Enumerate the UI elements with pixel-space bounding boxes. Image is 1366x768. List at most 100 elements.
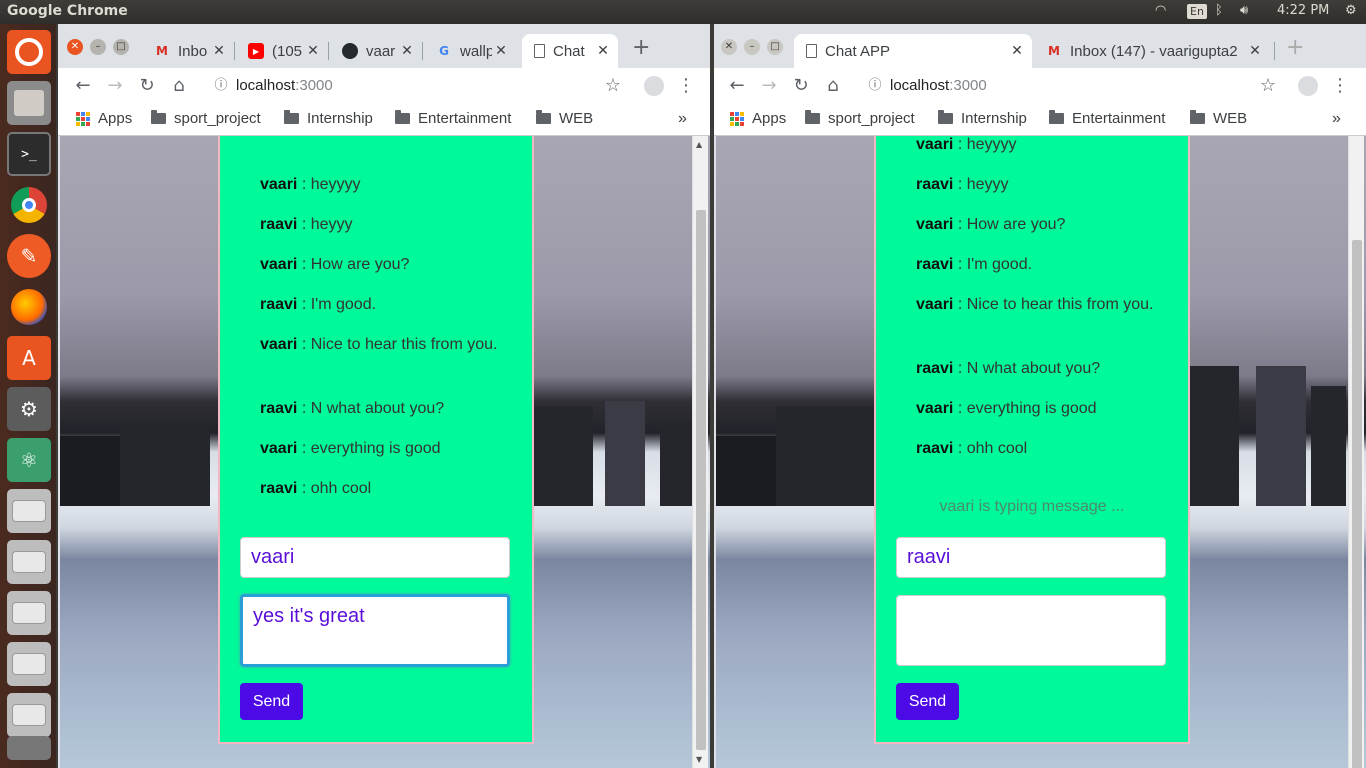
github-icon bbox=[342, 43, 358, 59]
drive-icon[interactable] bbox=[7, 540, 51, 584]
settings-icon[interactable]: ⚙ bbox=[7, 387, 51, 431]
chat-message: raavi : heyyy bbox=[260, 216, 353, 233]
bookmark-star-icon[interactable]: ☆ bbox=[601, 74, 625, 98]
bookmarks-overflow-button[interactable]: » bbox=[1332, 110, 1341, 128]
profile-avatar-icon[interactable] bbox=[1296, 74, 1320, 98]
folder-icon bbox=[284, 110, 299, 124]
address-bar[interactable]: localhost:3000 bbox=[890, 75, 987, 97]
message-textarea[interactable] bbox=[896, 595, 1166, 666]
tab-chat-active[interactable]: Chat ✕ bbox=[522, 34, 618, 68]
trash-icon[interactable] bbox=[7, 736, 51, 760]
atom-icon[interactable]: ⚛ bbox=[7, 438, 51, 482]
back-icon[interactable]: ← bbox=[725, 74, 749, 98]
minimize-window-icon[interactable]: – bbox=[90, 39, 106, 55]
menu-kebab-icon[interactable]: ⋮ bbox=[1328, 74, 1352, 98]
bluetooth-icon[interactable]: ᛒ bbox=[1215, 3, 1223, 18]
clock[interactable]: 4:22 PM bbox=[1277, 3, 1329, 18]
minimize-window-icon[interactable]: – bbox=[744, 39, 760, 55]
tab-close-icon[interactable]: ✕ bbox=[210, 43, 228, 59]
chat-panel: vaari : heyyyy raavi : heyyy vaari : How… bbox=[218, 136, 534, 744]
home-icon[interactable]: ⌂ bbox=[167, 74, 191, 98]
tab-gmail[interactable]: M Inbox (147) - vaarigupta2 ✕ bbox=[1034, 34, 1270, 68]
tab-close-icon[interactable]: ✕ bbox=[1246, 43, 1264, 59]
folder-icon bbox=[1190, 110, 1205, 124]
tab-gmail[interactable]: M Inbo ✕ bbox=[142, 34, 234, 68]
drive-icon[interactable] bbox=[7, 642, 51, 686]
tab-close-icon[interactable]: ✕ bbox=[304, 43, 322, 59]
page-viewport: vaari : heyyyy raavi : heyyy vaari : How… bbox=[60, 136, 710, 768]
new-tab-button[interactable]: + bbox=[1286, 37, 1304, 59]
address-bar[interactable]: localhost:3000 bbox=[236, 75, 333, 97]
youtube-icon: ▶ bbox=[248, 43, 264, 59]
reload-icon[interactable]: ↻ bbox=[789, 74, 813, 98]
profile-avatar-icon[interactable] bbox=[642, 74, 666, 98]
browser-toolbar: ← → ↻ ⌂ ⓘ localhost:3000 ☆ ⋮ bbox=[714, 68, 1366, 104]
chrome-icon[interactable] bbox=[7, 183, 51, 227]
bookmark-folder[interactable]: sport_project bbox=[805, 110, 915, 127]
bookmark-folder[interactable]: Internship bbox=[284, 110, 373, 127]
bookmark-folder[interactable]: Entertainment bbox=[395, 110, 511, 127]
menu-kebab-icon[interactable]: ⋮ bbox=[674, 74, 698, 98]
volume-icon[interactable]: 🔊︎ bbox=[1240, 3, 1248, 18]
tab-close-icon[interactable]: ✕ bbox=[1008, 43, 1026, 59]
tab-google[interactable]: G wallp ✕ bbox=[424, 34, 516, 68]
new-tab-button[interactable]: + bbox=[632, 37, 650, 59]
terminal-icon[interactable]: >_ bbox=[7, 132, 51, 176]
chat-panel: vaari : heyyyy raavi : heyyy vaari : How… bbox=[874, 136, 1190, 744]
close-window-icon[interactable]: ✕ bbox=[721, 39, 737, 55]
ubuntu-icon[interactable] bbox=[7, 30, 51, 74]
drive-icon[interactable] bbox=[7, 591, 51, 635]
apps-shortcut[interactable]: Apps bbox=[730, 110, 786, 127]
bookmark-folder[interactable]: Internship bbox=[938, 110, 1027, 127]
send-button[interactable]: Send bbox=[240, 683, 303, 720]
home-icon[interactable]: ⌂ bbox=[821, 74, 845, 98]
keyboard-layout-indicator[interactable]: En bbox=[1187, 4, 1207, 19]
tab-youtube[interactable]: ▶ (105 ✕ bbox=[236, 34, 328, 68]
page-scrollbar[interactable]: ▲ ▼ bbox=[692, 136, 708, 768]
site-info-icon[interactable]: ⓘ bbox=[209, 74, 233, 98]
username-input[interactable]: raavi bbox=[896, 537, 1166, 578]
back-icon[interactable]: ← bbox=[71, 74, 95, 98]
drive-icon[interactable] bbox=[7, 489, 51, 533]
tab-chat-active[interactable]: Chat APP ✕ bbox=[794, 34, 1032, 68]
chat-message: raavi : N what about you? bbox=[260, 400, 445, 417]
chat-message: raavi : I'm good. bbox=[260, 296, 377, 313]
firefox-icon[interactable] bbox=[7, 285, 51, 329]
left-browser-window: ✕ – □ M Inbo ✕ ▶ (105 ✕ vaar ✕ G wallp ✕… bbox=[58, 24, 710, 768]
maximize-window-icon[interactable]: □ bbox=[113, 39, 129, 55]
bookmark-star-icon[interactable]: ☆ bbox=[1256, 74, 1280, 98]
tab-close-icon[interactable]: ✕ bbox=[492, 43, 510, 59]
bookmark-folder[interactable]: sport_project bbox=[151, 110, 261, 127]
username-input[interactable]: vaari bbox=[240, 537, 510, 578]
scrollbar-thumb[interactable] bbox=[696, 210, 706, 750]
wifi-icon[interactable]: ◠ bbox=[1155, 3, 1166, 18]
message-textarea[interactable]: yes it's great bbox=[240, 594, 510, 667]
files-icon[interactable] bbox=[7, 81, 51, 125]
forward-icon[interactable]: → bbox=[103, 74, 127, 98]
drive-icon[interactable] bbox=[7, 693, 51, 737]
typing-indicator: vaari is typing message ... bbox=[939, 498, 1125, 515]
send-button[interactable]: Send bbox=[896, 683, 959, 720]
page-scrollbar[interactable] bbox=[1348, 136, 1364, 768]
software-center-icon[interactable]: A bbox=[7, 336, 51, 380]
power-gear-icon[interactable]: ⚙ bbox=[1345, 3, 1357, 18]
forward-icon[interactable]: → bbox=[757, 74, 781, 98]
page-icon bbox=[806, 44, 817, 58]
tab-github[interactable]: vaar ✕ bbox=[330, 34, 422, 68]
tab-close-icon[interactable]: ✕ bbox=[398, 43, 416, 59]
scroll-down-icon: ▼ bbox=[696, 755, 703, 764]
bookmark-folder[interactable]: WEB bbox=[1190, 110, 1247, 127]
unity-launcher: >_ ✎ A ⚙ ⚛ bbox=[0, 24, 56, 768]
close-window-icon[interactable]: ✕ bbox=[67, 39, 83, 55]
bookmark-folder[interactable]: WEB bbox=[536, 110, 593, 127]
bookmarks-overflow-button[interactable]: » bbox=[678, 110, 687, 128]
postman-icon[interactable]: ✎ bbox=[7, 234, 51, 278]
apps-shortcut[interactable]: Apps bbox=[76, 110, 132, 127]
site-info-icon[interactable]: ⓘ bbox=[863, 74, 887, 98]
bookmark-folder[interactable]: Entertainment bbox=[1049, 110, 1165, 127]
reload-icon[interactable]: ↻ bbox=[135, 74, 159, 98]
page-icon bbox=[534, 44, 545, 58]
scrollbar-thumb[interactable] bbox=[1352, 240, 1362, 768]
maximize-window-icon[interactable]: □ bbox=[767, 39, 783, 55]
tab-close-icon[interactable]: ✕ bbox=[594, 43, 612, 59]
